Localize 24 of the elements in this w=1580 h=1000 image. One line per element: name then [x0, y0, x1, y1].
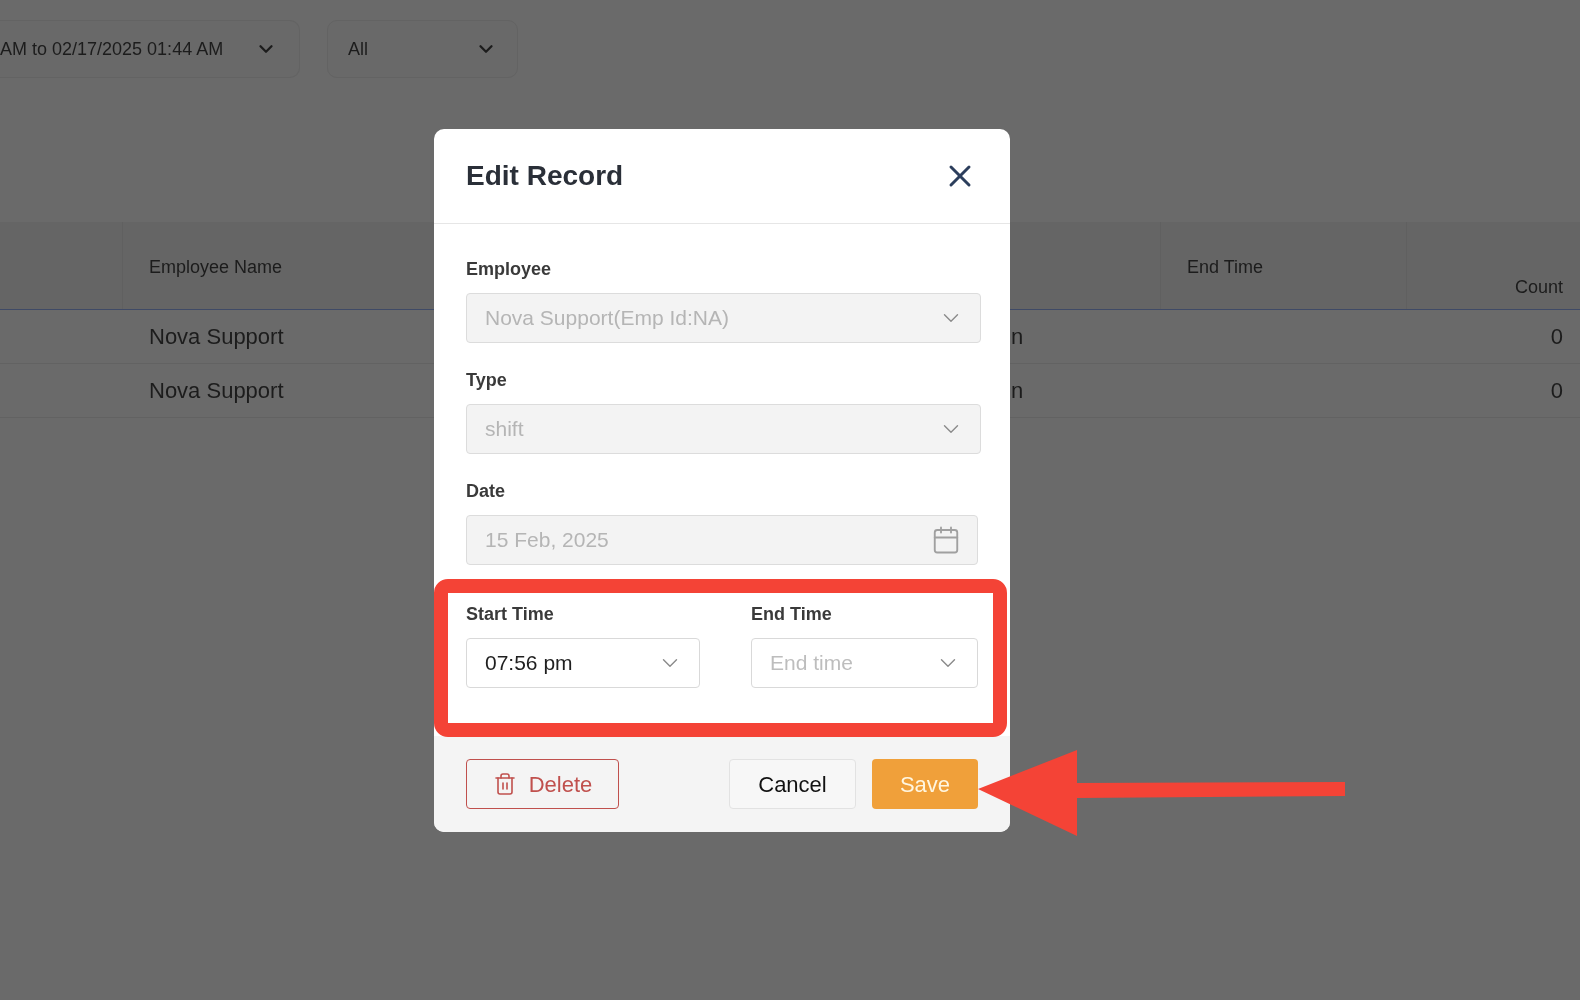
- delete-button[interactable]: Delete: [466, 759, 619, 809]
- table-cell-text: 0: [1550, 377, 1564, 405]
- trash-icon: [492, 772, 517, 796]
- calendar-icon: [931, 525, 961, 555]
- filter-dropdown[interactable]: AM to 02/17/2025 01:44 AM: [0, 20, 300, 78]
- column-header: Employee Name: [149, 257, 283, 277]
- table-cell-text: Nova Support: [149, 323, 284, 351]
- field-label: Employee: [466, 258, 553, 281]
- column-header: End Time: [1187, 257, 1264, 277]
- field-label: End Time: [751, 603, 833, 626]
- table-cell-text: 0: [1550, 323, 1564, 351]
- filter-dropdown[interactable]: All: [327, 20, 518, 78]
- field-label: Start Time: [466, 603, 555, 626]
- save-button[interactable]: Save: [872, 759, 978, 809]
- table-cell-text: n: [1011, 323, 1024, 351]
- table-cell-text: n: [1011, 377, 1024, 405]
- dialog-title: Edit Record: [466, 159, 624, 193]
- select-field[interactable]: End time: [751, 638, 978, 688]
- select-field[interactable]: 07:56 pm: [466, 638, 700, 688]
- column-header: Count: [1514, 276, 1563, 299]
- cancel-button[interactable]: Cancel: [729, 759, 856, 809]
- field-label: Date: [466, 480, 506, 503]
- field-label: Type: [466, 369, 508, 392]
- table-cell-text: Nova Support: [149, 377, 284, 405]
